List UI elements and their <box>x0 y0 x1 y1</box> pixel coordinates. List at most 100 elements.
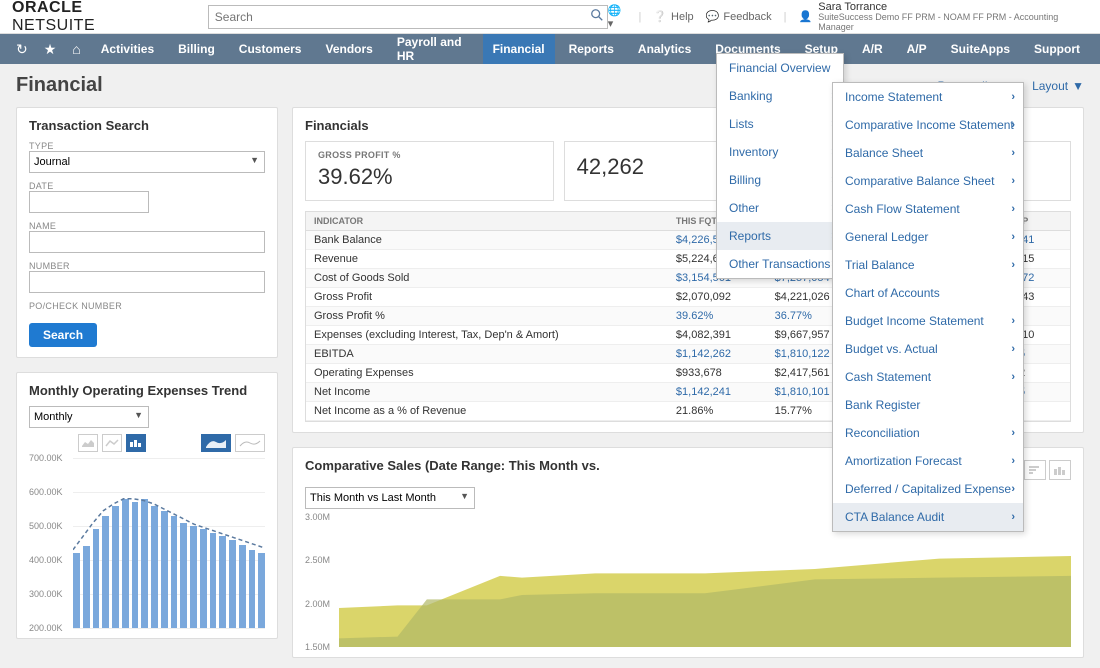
nav-tab-vendors[interactable]: Vendors <box>315 34 382 64</box>
bar <box>122 499 129 628</box>
nav-tab-customers[interactable]: Customers <box>229 34 312 64</box>
menu-item-budget-income-statement[interactable]: Budget Income Statement› <box>833 307 1023 335</box>
chevron-right-icon: › <box>1011 231 1015 243</box>
type-select[interactable] <box>29 151 265 173</box>
date-input[interactable] <box>29 191 149 213</box>
globe-icon[interactable]: 🌐▾ <box>608 4 627 30</box>
chart-type-line-icon[interactable] <box>102 434 122 452</box>
expenses-bar-chart: 200.00K300.00K400.00K500.00K600.00K700.0… <box>29 458 265 628</box>
indicator-cell: EBITDA <box>306 345 668 364</box>
menu-item-reconciliation[interactable]: Reconciliation› <box>833 419 1023 447</box>
value-cell: $933,678 <box>668 364 767 383</box>
menu-item-general-ledger[interactable]: General Ledger› <box>833 223 1023 251</box>
nav-tab-reports[interactable]: Reports <box>559 34 624 64</box>
menu-item-billing[interactable]: Billing› <box>717 166 843 194</box>
comp-sales-title: Comparative Sales (Date Range: This Mont… <box>305 458 600 473</box>
menu-item-comparative-balance-sheet[interactable]: Comparative Balance Sheet› <box>833 167 1023 195</box>
star-icon[interactable]: ★ <box>38 34 63 64</box>
bar <box>249 550 256 628</box>
chevron-right-icon: › <box>1011 315 1015 327</box>
menu-item-deferred-capitalized-expense[interactable]: Deferred / Capitalized Expense› <box>833 475 1023 503</box>
chart-thumb2-icon[interactable] <box>235 434 265 452</box>
chart-type-bar-icon[interactable] <box>126 434 146 452</box>
menu-item-financial-overview[interactable]: Financial Overview <box>717 54 843 82</box>
y-axis-label: 2.00M <box>305 599 330 609</box>
bar <box>132 502 139 628</box>
value-cell[interactable]: $1,142,241 <box>668 383 767 402</box>
y-axis-label: 300.00K <box>29 589 63 599</box>
menu-item-cash-flow-statement[interactable]: Cash Flow Statement› <box>833 195 1023 223</box>
menu-item-banking[interactable]: Banking› <box>717 82 843 110</box>
layout-link[interactable]: Layout ▼ <box>1032 79 1084 93</box>
indicator-cell: Gross Profit % <box>306 307 668 326</box>
nav-tab-analytics[interactable]: Analytics <box>628 34 701 64</box>
value-cell[interactable]: $1,142,262 <box>668 345 767 364</box>
menu-item-cash-statement[interactable]: Cash Statement› <box>833 363 1023 391</box>
indicator-cell: Expenses (excluding Interest, Tax, Dep'n… <box>306 326 668 345</box>
search-input[interactable] <box>208 5 608 29</box>
feedback-link[interactable]: 💬Feedback <box>706 10 772 23</box>
reports-submenu: Income Statement›Comparative Income Stat… <box>832 82 1024 532</box>
menu-item-budget-vs-actual[interactable]: Budget vs. Actual› <box>833 335 1023 363</box>
menu-item-lists[interactable]: Lists› <box>717 110 843 138</box>
name-input[interactable] <box>29 231 265 253</box>
comp-range-select[interactable] <box>305 487 475 509</box>
nav-tab-financial[interactable]: Financial <box>483 34 555 64</box>
chevron-right-icon: › <box>1011 175 1015 187</box>
chevron-right-icon: › <box>1011 427 1015 439</box>
bar <box>210 533 217 628</box>
chevron-right-icon: › <box>1011 343 1015 355</box>
nav-tab-activities[interactable]: Activities <box>91 34 164 64</box>
bar <box>171 516 178 628</box>
help-link[interactable]: ❔Help <box>653 10 693 23</box>
page-body: Financial Personalize ▼ Layout ▼ Transac… <box>0 64 1100 668</box>
chevron-right-icon: › <box>1011 455 1015 467</box>
monthly-period-select[interactable] <box>29 406 149 428</box>
transaction-search-panel: Transaction Search TYPE DATE NAME NUMBER… <box>16 107 278 358</box>
nav-tab-support[interactable]: Support <box>1024 34 1090 64</box>
y-axis-label: 400.00K <box>29 555 63 565</box>
nav-tab-billing[interactable]: Billing <box>168 34 225 64</box>
menu-item-reports[interactable]: Reports› <box>717 222 843 250</box>
bar <box>83 546 90 628</box>
chart-thumb-icon[interactable] <box>201 434 231 452</box>
main-nav: ↻ ★ ⌂ ActivitiesBillingCustomersVendorsP… <box>0 34 1100 64</box>
user-role: SuiteSuccess Demo FF PRM - NOAM FF PRM -… <box>818 13 1088 33</box>
menu-item-comparative-income-statement[interactable]: Comparative Income Statement› <box>833 111 1023 139</box>
bar <box>151 506 158 628</box>
user-menu[interactable]: 👤 Sara Torrance SuiteSuccess Demo FF PRM… <box>799 1 1088 33</box>
menu-item-other-transactions[interactable]: Other Transactions› <box>717 250 843 278</box>
search-icon[interactable] <box>590 8 604 25</box>
nav-tab-a-p[interactable]: A/P <box>897 34 937 64</box>
monthly-expenses-panel: Monthly Operating Expenses Trend 200 <box>16 372 278 639</box>
bar <box>102 516 109 628</box>
nav-tab-payroll-and-hr[interactable]: Payroll and HR <box>387 34 479 64</box>
menu-item-inventory[interactable]: Inventory› <box>717 138 843 166</box>
number-input[interactable] <box>29 271 265 293</box>
comp-chart-sort-icon[interactable] <box>1024 460 1046 480</box>
value-cell[interactable]: 39.62% <box>668 307 767 326</box>
bar <box>73 553 80 628</box>
menu-item-chart-of-accounts[interactable]: Chart of Accounts <box>833 279 1023 307</box>
bar <box>258 553 265 628</box>
menu-item-bank-register[interactable]: Bank Register <box>833 391 1023 419</box>
menu-item-balance-sheet[interactable]: Balance Sheet› <box>833 139 1023 167</box>
history-icon[interactable]: ↻ <box>10 34 34 64</box>
comp-chart-bar-icon[interactable] <box>1049 460 1071 480</box>
nav-tab-suiteapps[interactable]: SuiteApps <box>941 34 1020 64</box>
menu-item-other[interactable]: Other› <box>717 194 843 222</box>
bar <box>239 545 246 628</box>
search-button[interactable]: Search <box>29 323 97 347</box>
chart-type-area-icon[interactable] <box>78 434 98 452</box>
menu-item-income-statement[interactable]: Income Statement› <box>833 83 1023 111</box>
top-bar: ORACLE NETSUITE 🌐▾ | ❔Help 💬Feedback | 👤… <box>0 0 1100 34</box>
kpi-box: GROSS PROFIT %39.62% <box>305 141 554 201</box>
nav-tab-a-r[interactable]: A/R <box>852 34 893 64</box>
home-icon[interactable]: ⌂ <box>66 34 86 64</box>
name-label: NAME <box>29 221 265 231</box>
menu-item-amortization-forecast[interactable]: Amortization Forecast› <box>833 447 1023 475</box>
chevron-right-icon: › <box>1011 259 1015 271</box>
menu-item-cta-balance-audit[interactable]: CTA Balance Audit› <box>833 503 1023 531</box>
indicator-cell: Cost of Goods Sold <box>306 269 668 288</box>
menu-item-trial-balance[interactable]: Trial Balance› <box>833 251 1023 279</box>
